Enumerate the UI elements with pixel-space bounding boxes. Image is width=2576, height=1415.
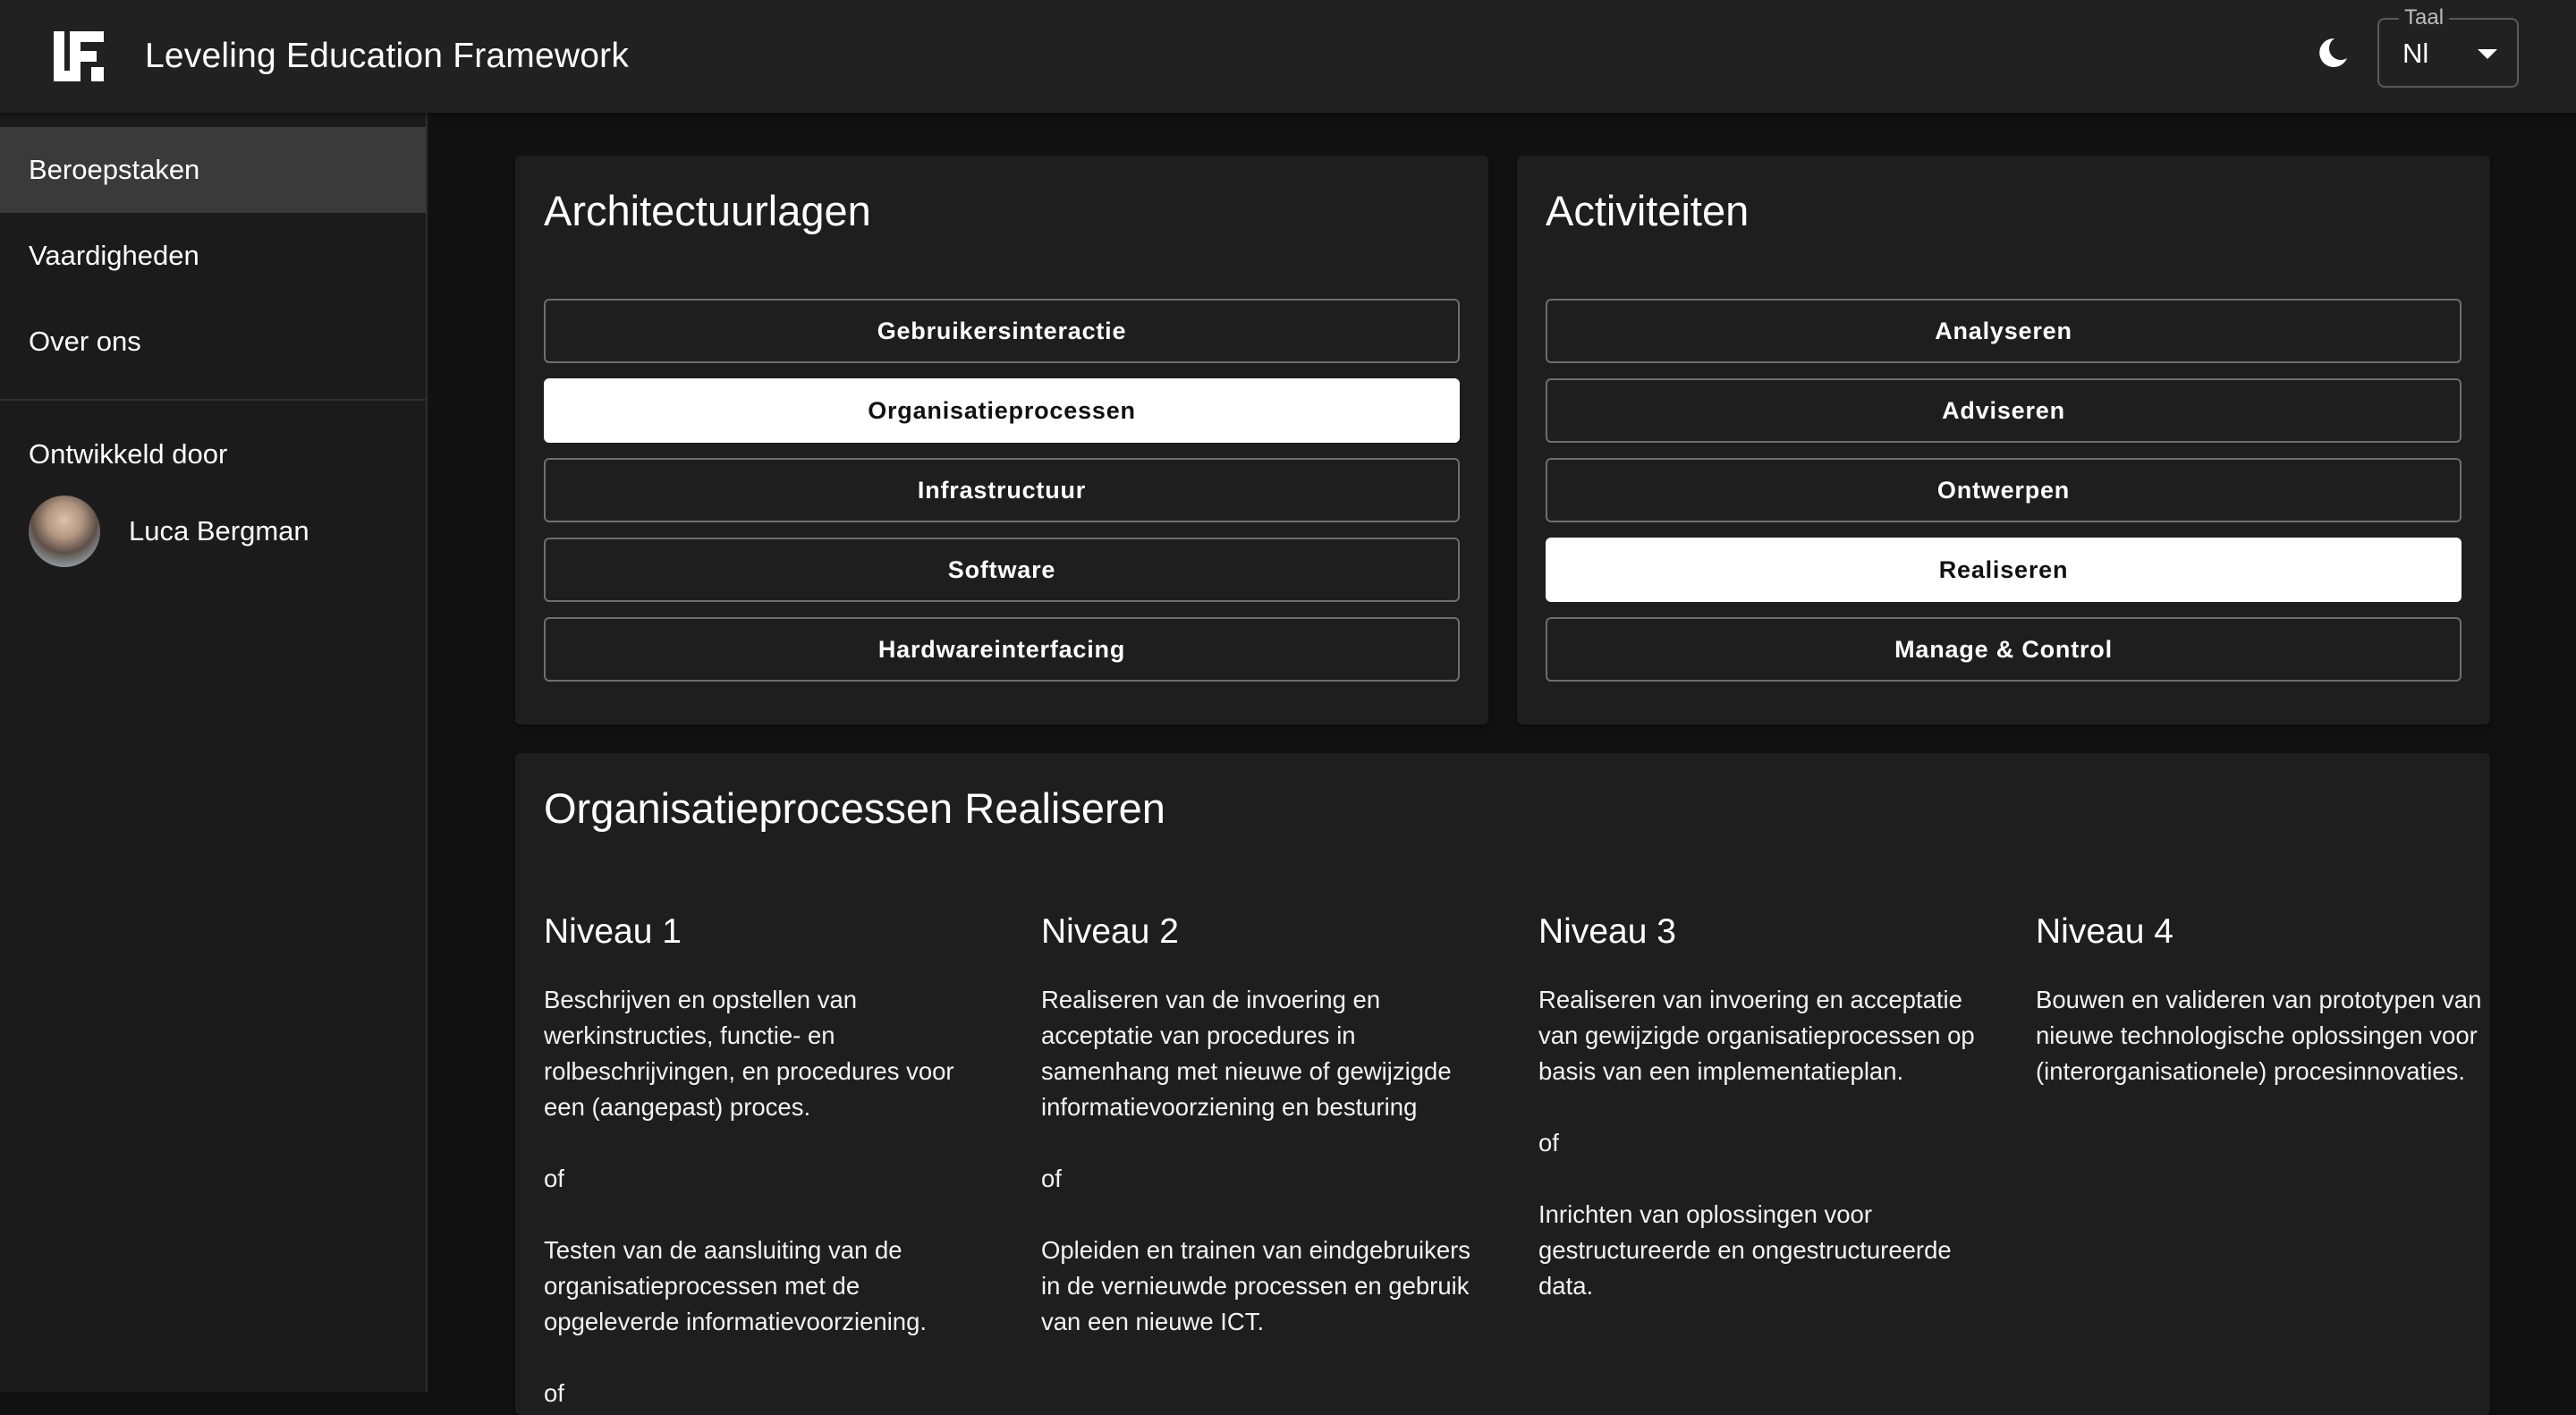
layer-button-hardwareinterfacing[interactable]: Hardwareinterfacing bbox=[544, 617, 1460, 682]
sidebar: Beroepstaken Vaardigheden Over ons Ontwi… bbox=[0, 113, 428, 1392]
level-title: Niveau 1 bbox=[544, 912, 682, 951]
activity-options: Analyseren Adviseren Ontwerpen Realisere… bbox=[1546, 299, 2462, 697]
architecture-options: Gebruikersinteractie Organisatieprocesse… bbox=[544, 299, 1460, 697]
moon-icon bbox=[2319, 38, 2347, 67]
developed-by-label: Ontwikkeld door bbox=[29, 438, 228, 470]
detail-card: Organisatieprocessen Realiseren Niveau 1… bbox=[515, 753, 2490, 1415]
level-description: Beschrijven en opstellen van werkinstruc… bbox=[544, 986, 954, 1407]
levels-grid: Niveau 1 Beschrijven en opstellen van we… bbox=[544, 912, 2533, 1411]
activity-button-realiseren[interactable]: Realiseren bbox=[1546, 538, 2462, 602]
developer-name: Luca Bergman bbox=[129, 515, 309, 547]
activity-button-adviseren[interactable]: Adviseren bbox=[1546, 378, 2462, 443]
sidebar-item-beroepstaken[interactable]: Beroepstaken bbox=[0, 127, 426, 213]
activity-button-manage-control[interactable]: Manage & Control bbox=[1546, 617, 2462, 682]
level-description: Realiseren van invoering en acceptatie v… bbox=[1538, 986, 1975, 1300]
level-column: Niveau 3 Realiseren van invoering en acc… bbox=[1538, 912, 2036, 1411]
lef-logo-icon[interactable] bbox=[52, 30, 106, 83]
activity-button-analyseren[interactable]: Analyseren bbox=[1546, 299, 2462, 363]
language-value: Nl bbox=[2402, 38, 2429, 69]
sidebar-item-label: Beroepstaken bbox=[29, 154, 200, 185]
level-column: Niveau 2 Realiseren van de invoering en … bbox=[1041, 912, 1538, 1411]
level-column: Niveau 4 Bouwen en valideren van prototy… bbox=[2036, 912, 2533, 1411]
sidebar-item-over-ons[interactable]: Over ons bbox=[0, 299, 426, 385]
sidebar-divider bbox=[0, 399, 426, 401]
developer-link[interactable]: Luca Bergman bbox=[0, 496, 426, 567]
sidebar-item-vaardigheden[interactable]: Vaardigheden bbox=[0, 213, 426, 299]
app-title[interactable]: Leveling Education Framework bbox=[145, 37, 629, 76]
card-title: Architectuurlagen bbox=[544, 187, 871, 234]
layer-button-organisatieprocessen[interactable]: Organisatieprocessen bbox=[544, 378, 1460, 443]
avatar bbox=[29, 496, 100, 567]
dark-mode-toggle[interactable] bbox=[2306, 26, 2360, 80]
activity-button-ontwerpen[interactable]: Ontwerpen bbox=[1546, 458, 2462, 522]
card-title: Activiteiten bbox=[1546, 187, 1750, 234]
level-title: Niveau 4 bbox=[2036, 912, 2174, 951]
level-title: Niveau 3 bbox=[1538, 912, 1676, 951]
app: Leveling Education Framework Taal Nl Ber… bbox=[0, 0, 2576, 1415]
caret-down-icon bbox=[2478, 49, 2497, 59]
header-actions: Taal Nl bbox=[2306, 5, 2519, 88]
detail-title: Organisatieprocessen Realiseren bbox=[544, 784, 1165, 832]
layer-button-infrastructuur[interactable]: Infrastructuur bbox=[544, 458, 1460, 522]
level-description: Realiseren van de invoering en acceptati… bbox=[1041, 986, 1471, 1335]
sidebar-item-label: Over ons bbox=[29, 326, 141, 357]
sidebar-item-label: Vaardigheden bbox=[29, 240, 199, 271]
layer-button-software[interactable]: Software bbox=[544, 538, 1460, 602]
level-column: Niveau 1 Beschrijven en opstellen van we… bbox=[544, 912, 1041, 1411]
language-select[interactable]: Taal Nl bbox=[2377, 5, 2519, 88]
app-header: Leveling Education Framework Taal Nl bbox=[0, 0, 2576, 113]
level-title: Niveau 2 bbox=[1041, 912, 1179, 951]
level-description: Bouwen en valideren van prototypen van n… bbox=[2036, 986, 2489, 1085]
layer-button-gebruikersinteractie[interactable]: Gebruikersinteractie bbox=[544, 299, 1460, 363]
language-label: Taal bbox=[2399, 5, 2450, 30]
architecture-layers-card: Architectuurlagen Gebruikersinteractie O… bbox=[515, 156, 1488, 724]
activities-card: Activiteiten Analyseren Adviseren Ontwer… bbox=[1517, 156, 2490, 724]
